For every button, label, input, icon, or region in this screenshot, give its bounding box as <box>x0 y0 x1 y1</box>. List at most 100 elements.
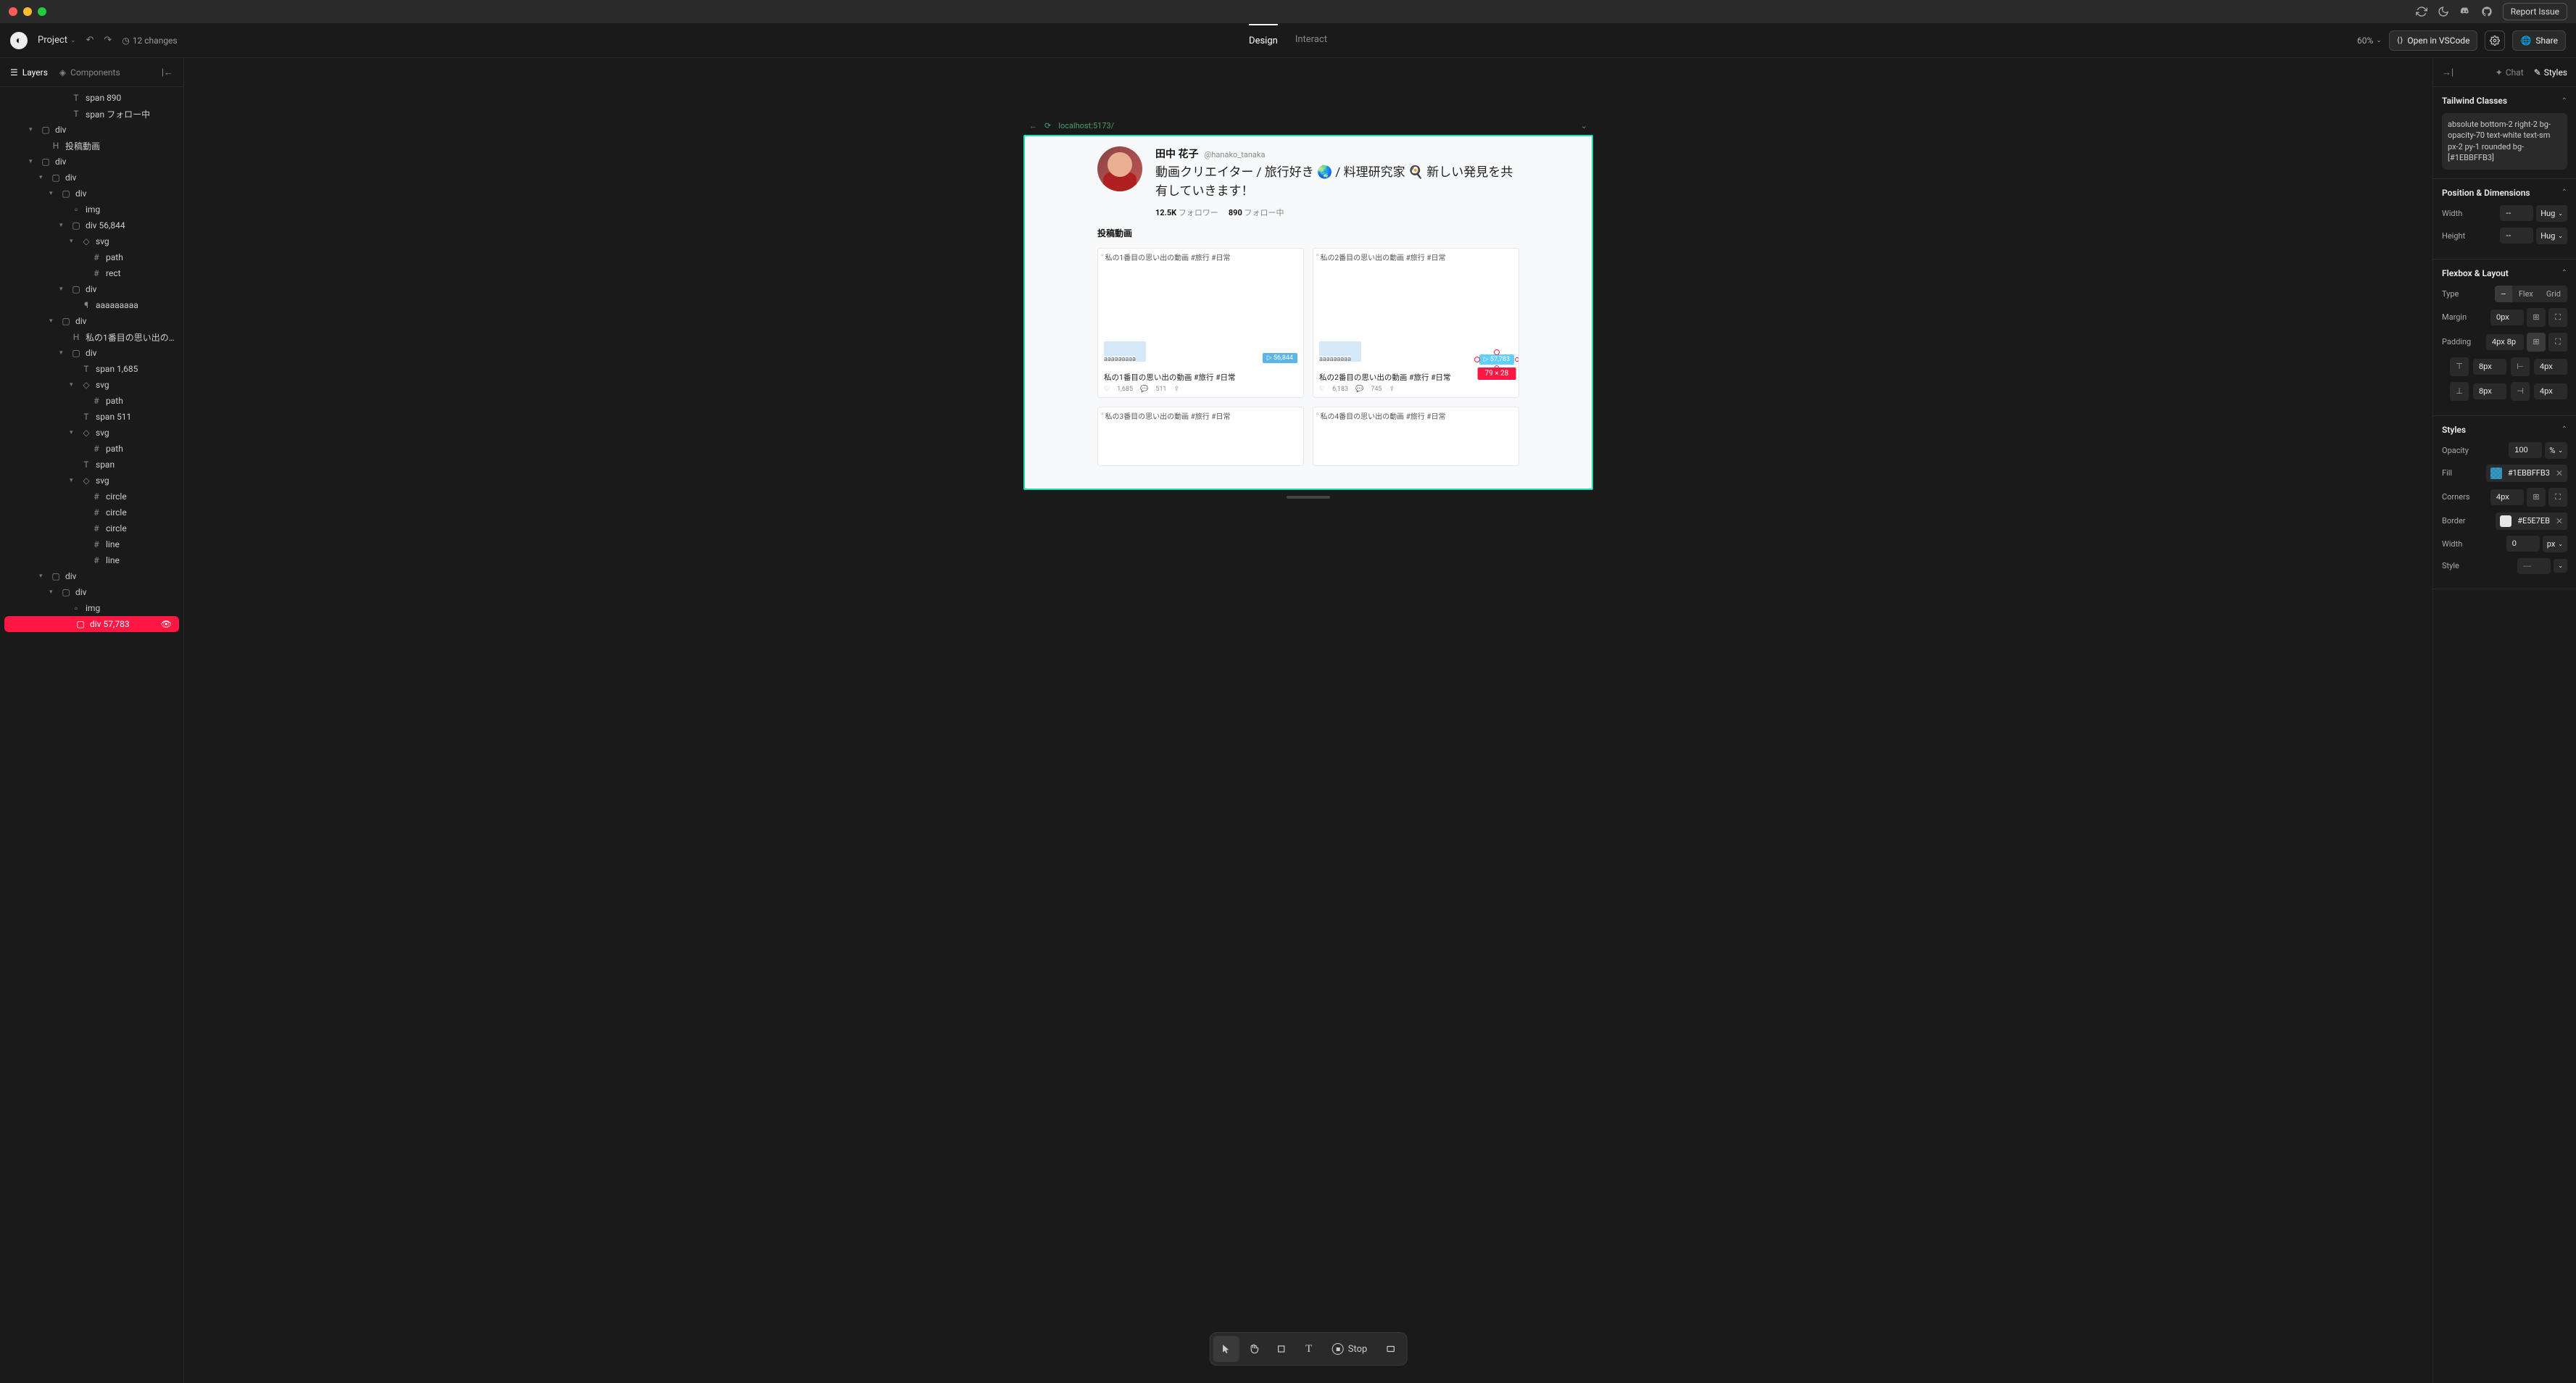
padding-right-input[interactable] <box>2534 359 2567 375</box>
width-input[interactable] <box>2500 205 2533 221</box>
height-input[interactable] <box>2500 228 2533 244</box>
layer-row[interactable]: ▾▢div <box>0 584 183 600</box>
changes-indicator[interactable]: ◷ 12 changes <box>122 36 177 46</box>
video-card[interactable]: 私の3番目の思い出の動画 #旅行 #日常 <box>1097 407 1304 466</box>
open-vscode-button[interactable]: ⟨⟩ Open in VSCode <box>2389 30 2478 51</box>
padding-right-icon[interactable]: ⊢ <box>2511 357 2530 376</box>
layer-row[interactable]: H投稿動画 <box>0 138 183 154</box>
layer-row[interactable]: ▾◇svg <box>0 377 183 393</box>
layer-row[interactable]: ▾▢div <box>0 281 183 297</box>
fill-control[interactable]: #1EBBFFB3 ✕ <box>2486 465 2567 482</box>
settings-button[interactable] <box>2485 30 2505 51</box>
border-width-input[interactable] <box>2506 536 2540 552</box>
layer-row[interactable]: #circle <box>0 504 183 520</box>
selected-element[interactable]: ▷ 57,783 79 × 28 <box>1479 354 1514 365</box>
tailwind-classes-input[interactable]: absolute bottom-2 right-2 bg-opacity-70 … <box>2442 113 2567 170</box>
layer-chevron-icon[interactable]: ▾ <box>29 158 36 165</box>
padding-expand-button[interactable]: ⛶ <box>2548 333 2567 352</box>
reload-icon[interactable] <box>2416 6 2427 17</box>
padding-left-input[interactable] <box>2534 383 2567 399</box>
layer-row[interactable]: ▫img <box>0 202 183 217</box>
margin-input[interactable] <box>2490 310 2524 325</box>
layer-row[interactable]: ▾▢div <box>0 154 183 170</box>
layer-row[interactable]: Tspan 890 <box>0 90 183 106</box>
layer-row[interactable]: #path <box>0 249 183 265</box>
frame-tool[interactable] <box>1268 1336 1295 1362</box>
discord-icon[interactable] <box>2459 6 2471 17</box>
layer-row[interactable]: Tspan フォロー中 <box>0 106 183 122</box>
layer-row-selected[interactable]: ▢div 57,783👁 <box>4 616 179 632</box>
layer-row[interactable]: ▾▢div <box>0 568 183 584</box>
back-icon[interactable]: ← <box>1029 121 1037 130</box>
chevron-up-icon[interactable]: ⌃ <box>2562 188 2567 196</box>
layer-row[interactable]: #path <box>0 393 183 409</box>
layer-row[interactable]: #line <box>0 552 183 568</box>
remove-fill-icon[interactable]: ✕ <box>2556 468 2563 478</box>
tab-styles[interactable]: ✎ Styles <box>2534 67 2567 78</box>
share-button[interactable]: 🌐 Share <box>2512 30 2566 51</box>
undo-button[interactable]: ↶ <box>86 35 94 46</box>
layer-chevron-icon[interactable]: ▾ <box>49 317 57 325</box>
layer-row[interactable]: ¶aaaaaaaaa <box>0 297 183 313</box>
video-card[interactable]: 私の2番目の思い出の動画 #旅行 #日常 aaaaaaaaa ▷ 57,783 … <box>1313 248 1519 398</box>
maximize-window[interactable] <box>38 7 46 16</box>
padding-left-icon[interactable]: ⊣ <box>2511 382 2530 401</box>
opacity-unit-select[interactable]: %⌄ <box>2545 442 2567 459</box>
eye-icon[interactable]: 👁 <box>161 619 172 629</box>
video-card[interactable]: 私の4番目の思い出の動画 #旅行 #日常 <box>1313 407 1519 466</box>
collapse-left-panel[interactable]: |← <box>162 67 173 78</box>
layer-row[interactable]: ▫img <box>0 600 183 616</box>
layer-chevron-icon[interactable]: ▾ <box>39 174 46 181</box>
tab-components[interactable]: ◈ Components <box>59 67 120 78</box>
tab-chat[interactable]: ✦ Chat <box>2496 67 2524 78</box>
layer-row[interactable]: ▾◇svg <box>0 425 183 441</box>
collapse-right-panel[interactable]: →| <box>2442 67 2454 78</box>
border-style-input[interactable] <box>2517 558 2551 574</box>
chevron-up-icon[interactable]: ⌃ <box>2562 97 2567 105</box>
border-swatch[interactable] <box>2500 515 2511 527</box>
report-issue-button[interactable]: Report Issue <box>2503 3 2567 20</box>
layer-row[interactable]: H私の1番目の思い出の動画 #旅... <box>0 329 183 345</box>
preview-frame[interactable]: 田中 花子 @hanako_tanaka 動画クリエイター / 旅行好き 🌏 /… <box>1023 135 1593 490</box>
select-tool[interactable] <box>1213 1336 1239 1362</box>
layer-row[interactable]: #circle <box>0 520 183 536</box>
chevron-up-icon[interactable]: ⌃ <box>2562 269 2567 277</box>
layer-chevron-icon[interactable]: ▾ <box>70 238 77 245</box>
layer-row[interactable]: ▾▢div <box>0 345 183 361</box>
layer-row[interactable]: Tspan 1,685 <box>0 361 183 377</box>
border-control[interactable]: #E5E7EB ✕ <box>2496 512 2567 530</box>
padding-top-input[interactable] <box>2473 359 2506 375</box>
type-none[interactable]: -- <box>2495 286 2512 302</box>
padding-input[interactable] <box>2486 334 2524 350</box>
layer-row[interactable]: #circle <box>0 489 183 504</box>
type-flex[interactable]: Flex <box>2512 286 2540 302</box>
padding-sides-button[interactable]: ⊞ <box>2527 333 2546 352</box>
video-card[interactable]: 私の1番目の思い出の動画 #旅行 #日常 aaaaaaaaa ▷ 56,844 … <box>1097 248 1304 398</box>
layer-row[interactable]: ▾◇svg <box>0 233 183 249</box>
corners-expand-button[interactable]: ⛶ <box>2548 488 2567 507</box>
layer-row[interactable]: ▾▢div <box>0 313 183 329</box>
opacity-input[interactable] <box>2509 442 2542 458</box>
moon-icon[interactable] <box>2438 6 2449 17</box>
layer-row[interactable]: ▾▢div <box>0 170 183 186</box>
layer-row[interactable]: ▾▢div 56,844 <box>0 217 183 233</box>
chevron-up-icon[interactable]: ⌃ <box>2562 425 2567 433</box>
text-tool[interactable]: T <box>1296 1336 1322 1362</box>
margin-expand-button[interactable]: ⛶ <box>2548 308 2567 327</box>
redo-button[interactable]: ↷ <box>104 35 112 46</box>
layer-chevron-icon[interactable]: ▾ <box>59 222 67 229</box>
layer-row[interactable]: #rect <box>0 265 183 281</box>
tab-design[interactable]: Design <box>1249 24 1278 57</box>
github-icon[interactable] <box>2481 6 2493 17</box>
reload-preview-icon[interactable]: ⟳ <box>1044 121 1051 130</box>
layer-row[interactable]: #path <box>0 441 183 457</box>
layer-row[interactable]: #line <box>0 536 183 552</box>
layer-chevron-icon[interactable]: ▾ <box>49 190 57 197</box>
layer-row[interactable]: Tspan <box>0 457 183 473</box>
layer-row[interactable]: ▾▢div <box>0 186 183 202</box>
layer-row[interactable]: Tspan 511 <box>0 409 183 425</box>
stop-button[interactable]: Stop <box>1324 1336 1376 1362</box>
layer-chevron-icon[interactable]: ▾ <box>49 589 57 596</box>
padding-top-icon[interactable]: ⊤ <box>2450 357 2469 376</box>
layer-chevron-icon[interactable]: ▾ <box>70 477 77 484</box>
